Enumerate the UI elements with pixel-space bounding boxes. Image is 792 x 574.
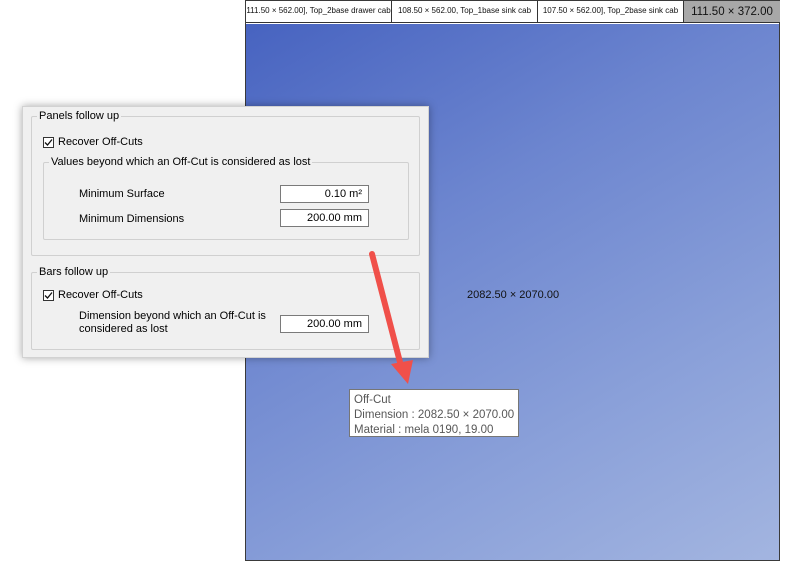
- part-strip[interactable]: 107.50 × 562.00], Top_2base sink cab: [538, 1, 684, 23]
- min-dimensions-label: Minimum Dimensions: [79, 213, 185, 225]
- min-surface-input[interactable]: 0.10 m²: [280, 185, 369, 203]
- tooltip-material: Material : mela 0190, 19.00: [354, 424, 494, 436]
- panels-recover-offcuts-label: Recover Off-Cuts: [58, 136, 143, 148]
- bars-recover-offcuts-checkbox[interactable]: [43, 289, 54, 301]
- tooltip-dimension: Dimension : 2082.50 × 2070.00: [354, 409, 515, 421]
- bar-dimension-input[interactable]: 200.00 mm: [280, 315, 369, 333]
- check-icon: [44, 138, 53, 146]
- values-beyond-legend: Values beyond which an Off-Cut is consid…: [49, 156, 313, 168]
- bar-dimension-label-line1: Dimension beyond which an Off-Cut is: [79, 310, 266, 322]
- check-icon: [44, 291, 53, 299]
- offcut-tooltip: Off-Cut Dimension : 2082.50 × 2070.00 Ma…: [349, 389, 519, 437]
- part-strip-selected[interactable]: 111.50 × 372.00: [684, 1, 780, 23]
- part-strip[interactable]: 111.50 × 562.00], Top_2base drawer cab: [246, 1, 392, 23]
- part-strip[interactable]: 108.50 × 562.00, Top_1base sink cab: [392, 1, 538, 23]
- bars-followup-legend: Bars follow up: [37, 266, 111, 278]
- panels-recover-offcuts-checkbox[interactable]: [43, 136, 54, 148]
- panels-recover-offcuts-row[interactable]: Recover Off-Cuts: [43, 136, 143, 148]
- tooltip-title: Off-Cut: [354, 394, 391, 406]
- bars-recover-offcuts-row[interactable]: Recover Off-Cuts: [43, 289, 143, 301]
- min-dimensions-input[interactable]: 200.00 mm: [280, 209, 369, 227]
- offcut-settings-panel: Panels follow up Recover Off-Cuts Values…: [22, 106, 429, 358]
- bar-dimension-label: Dimension beyond which an Off-Cut is con…: [79, 310, 266, 336]
- bars-recover-offcuts-label: Recover Off-Cuts: [58, 289, 143, 301]
- offcut-dimension-label: 2082.50 × 2070.00: [467, 289, 560, 301]
- panels-followup-legend: Panels follow up: [37, 110, 122, 122]
- bar-dimension-label-line2: considered as lost: [79, 323, 168, 335]
- min-surface-label: Minimum Surface: [79, 188, 165, 200]
- parts-strip-row: 111.50 × 562.00], Top_2base drawer cab 1…: [246, 1, 780, 24]
